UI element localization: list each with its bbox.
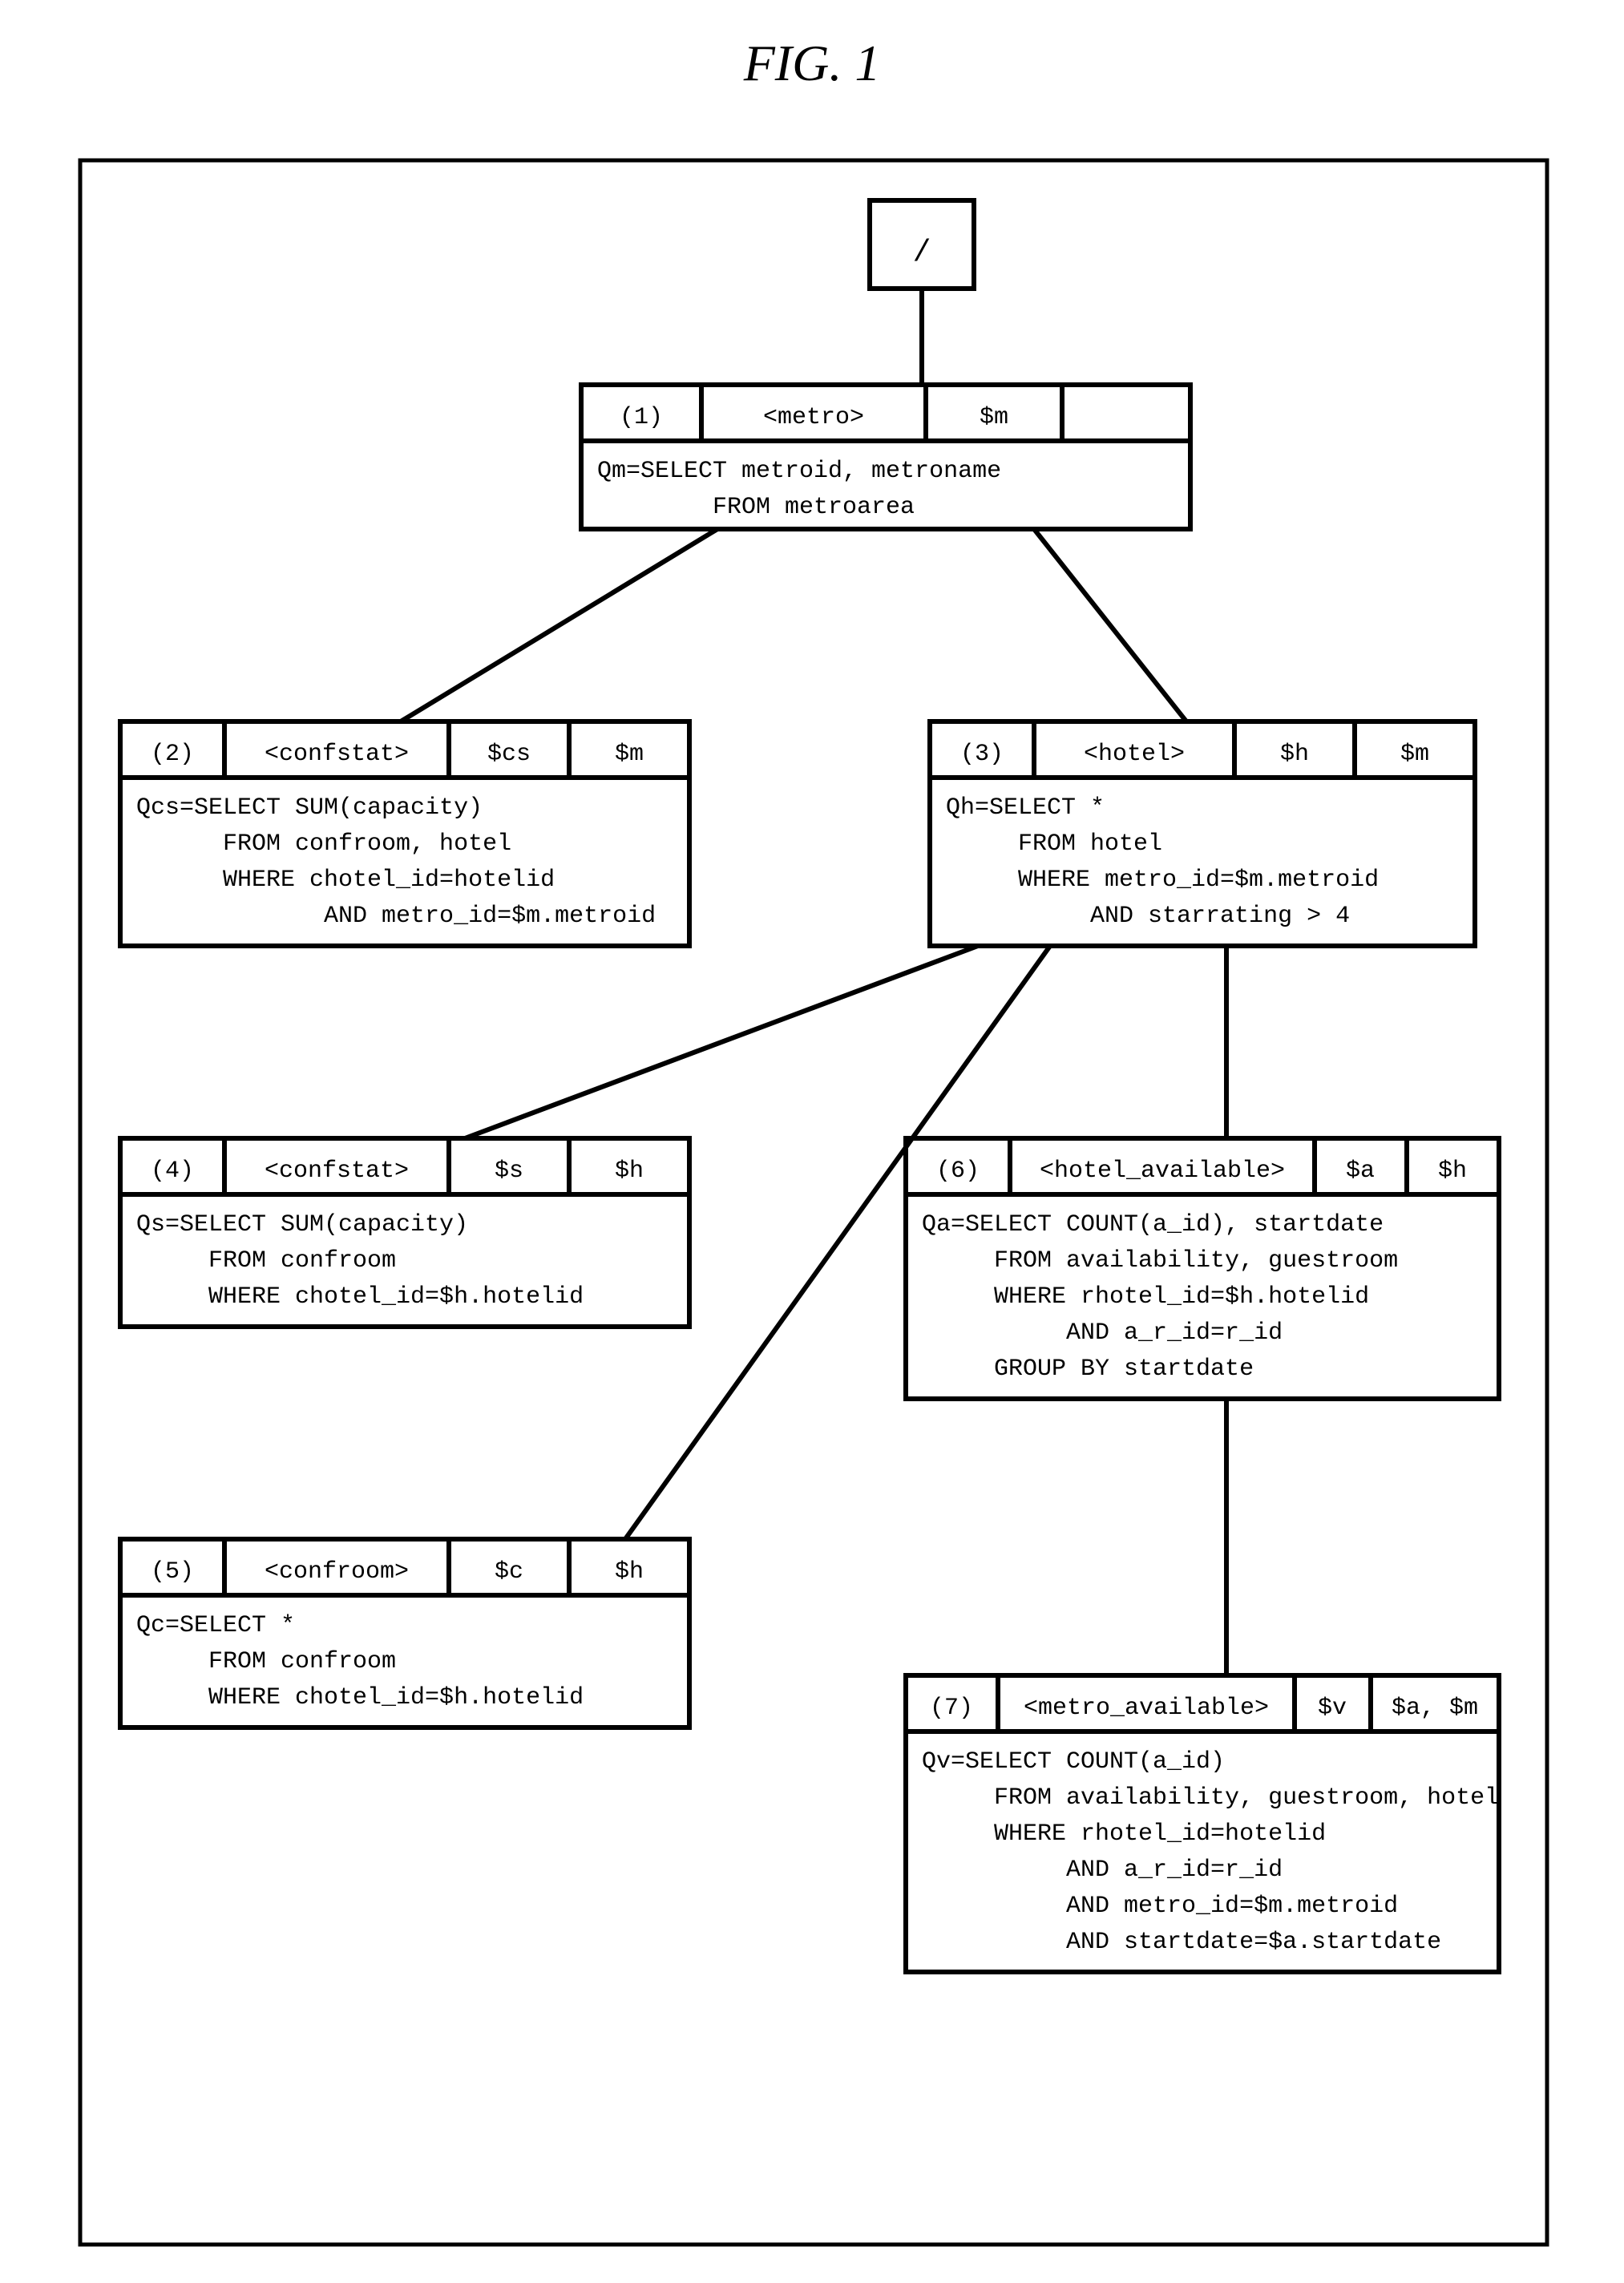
node5-var: $c xyxy=(495,1558,523,1586)
node1-body: Qm=SELECT metroid, metroname FROM metroa… xyxy=(597,458,1001,521)
node1-var: $m xyxy=(980,404,1008,431)
node2-num: (2) xyxy=(151,741,194,768)
node-4-confstat: (4) <confstat> $s $h Qs=SELECT SUM(capac… xyxy=(120,1138,689,1327)
root-node: / xyxy=(870,200,974,289)
node5-parent: $h xyxy=(615,1558,644,1586)
node3-parent: $m xyxy=(1400,741,1429,768)
node2-parent: $m xyxy=(615,741,644,768)
node2-tag: <confstat> xyxy=(265,741,409,768)
node-6-hotel-available: (6) <hotel_available> $a $h Qa=SELECT CO… xyxy=(906,1138,1499,1399)
node5-body: Qc=SELECT * FROM confroom WHERE chotel_i… xyxy=(136,1612,584,1711)
node5-tag: <confroom> xyxy=(265,1558,409,1586)
node3-num: (3) xyxy=(960,741,1004,768)
node-2-confstat: (2) <confstat> $cs $m Qcs=SELECT SUM(cap… xyxy=(120,721,689,946)
node2-body: Qcs=SELECT SUM(capacity) FROM confroom, … xyxy=(136,794,656,930)
node6-tag: <hotel_available> xyxy=(1040,1158,1285,1185)
node7-parent: $a, $m xyxy=(1392,1695,1478,1722)
node7-tag: <metro_available> xyxy=(1024,1695,1269,1722)
node6-parent: $h xyxy=(1438,1158,1467,1185)
edge-n3-n4 xyxy=(465,946,978,1138)
node1-num: (1) xyxy=(620,404,663,431)
node4-parent: $h xyxy=(615,1158,644,1185)
node5-num: (5) xyxy=(151,1558,194,1586)
node6-num: (6) xyxy=(936,1158,980,1185)
node7-body: Qv=SELECT COUNT(a_id) FROM availability,… xyxy=(922,1748,1499,1956)
edge-n1-n2 xyxy=(401,529,717,721)
node3-var: $h xyxy=(1280,741,1309,768)
node7-num: (7) xyxy=(930,1695,973,1722)
node-5-confroom: (5) <confroom> $c $h Qc=SELECT * FROM co… xyxy=(120,1539,689,1727)
node-3-hotel: (3) <hotel> $h $m Qh=SELECT * FROM hotel… xyxy=(930,721,1475,946)
node-1-metro: (1) <metro> $m Qm=SELECT metroid, metron… xyxy=(581,385,1190,529)
node6-body: Qa=SELECT COUNT(a_id), startdate FROM av… xyxy=(922,1211,1398,1383)
node6-var: $a xyxy=(1346,1158,1375,1185)
figure-title: FIG. 1 xyxy=(743,34,881,91)
node3-tag: <hotel> xyxy=(1084,741,1185,768)
root-label: / xyxy=(913,236,931,270)
node1-tag: <metro> xyxy=(763,404,864,431)
edge-n1-n3 xyxy=(1034,529,1186,721)
node7-var: $v xyxy=(1318,1695,1347,1722)
node4-var: $s xyxy=(495,1158,523,1185)
node3-body: Qh=SELECT * FROM hotel WHERE metro_id=$m… xyxy=(946,794,1379,930)
node4-body: Qs=SELECT SUM(capacity) FROM confroom WH… xyxy=(136,1211,584,1311)
node-7-metro-available: (7) <metro_available> $v $a, $m Qv=SELEC… xyxy=(906,1675,1499,1972)
node4-tag: <confstat> xyxy=(265,1158,409,1185)
node4-num: (4) xyxy=(151,1158,194,1185)
node2-var: $cs xyxy=(487,741,531,768)
